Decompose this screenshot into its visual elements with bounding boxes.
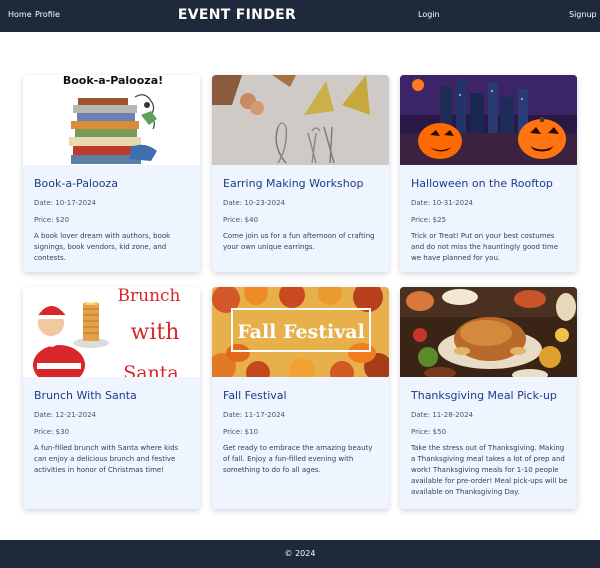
nav-signup-link[interactable]: Signup [569, 10, 597, 19]
event-description: Come join us for a fun afternoon of craf… [223, 232, 375, 251]
navbar: Home Profile EVENT FINDER Login Signup [0, 0, 600, 32]
event-image-book-a-palooza: Book-a-Palooza! [23, 75, 200, 165]
event-date: Date: 12-21-2024 [34, 411, 96, 419]
event-date: Date: 10-17-2024 [34, 199, 96, 207]
event-price: Price: $30 [34, 428, 70, 436]
event-price: Price: $40 [223, 216, 259, 224]
book-a-palooza-image-text: Book-a-Palooza! [63, 75, 163, 87]
brunch-image-text-line-3: Santa [123, 362, 179, 377]
event-date: Date: 10-31-2024 [411, 199, 473, 207]
event-image-brunch-santa: Brunch with Santa [23, 287, 200, 377]
event-title: Fall Festival [223, 389, 287, 402]
brunch-image-text-line-2: with [131, 320, 180, 345]
event-description: Trick or Treat! Put on your best costume… [411, 232, 559, 262]
event-title: Earring Making Workshop [223, 177, 364, 190]
event-title: Brunch With Santa [34, 389, 137, 402]
event-card-halloween-rooftop[interactable]: Halloween on the Rooftop Date: 10-31-202… [400, 75, 577, 272]
event-card-earring-workshop[interactable]: Earring Making Workshop Date: 10-23-2024… [212, 75, 389, 272]
event-title: Book-a-Palooza [34, 177, 118, 190]
event-date: Date: 11-28-2024 [411, 411, 473, 419]
nav-login-link[interactable]: Login [418, 10, 440, 19]
event-price: Price: $10 [223, 428, 259, 436]
event-card-book-a-palooza[interactable]: Book-a-Palooza! Book-a-Palooza Date: 10-… [23, 75, 200, 272]
event-description: Get ready to embrace the amazing beauty … [223, 444, 373, 474]
event-title: Thanksgiving Meal Pick-up [411, 389, 557, 402]
event-date: Date: 10-23-2024 [223, 199, 285, 207]
event-description: A book lover dream with authors, book si… [34, 232, 171, 262]
event-card-brunch-santa[interactable]: Brunch with Santa Brunch With Santa Date… [23, 287, 200, 509]
event-image-earring-workshop [212, 75, 389, 165]
event-price: Price: $50 [411, 428, 447, 436]
event-description: A fun-filled brunch with Santa where kid… [34, 444, 179, 474]
event-image-thanksgiving-meal [400, 287, 577, 377]
event-image-halloween-rooftop [400, 75, 577, 165]
event-price: Price: $25 [411, 216, 447, 224]
event-description: Take the stress out of Thanksgiving. Mak… [411, 444, 568, 496]
fall-festival-image-text: Fall Festival [237, 321, 365, 343]
event-image-fall-festival: Fall Festival [212, 287, 389, 377]
event-title: Halloween on the Rooftop [411, 177, 553, 190]
footer-copyright: © 2024 [284, 549, 316, 558]
event-card-fall-festival[interactable]: Fall Festival Fall Festival Date: 11-17-… [212, 287, 389, 509]
event-card-thanksgiving-meal[interactable]: Thanksgiving Meal Pick-up Date: 11-28-20… [400, 287, 577, 509]
brunch-image-text-line-1: Brunch [118, 287, 181, 306]
event-date: Date: 11-17-2024 [223, 411, 285, 419]
event-price: Price: $20 [34, 216, 70, 224]
brand-title: EVENT FINDER [177, 7, 297, 23]
footer: © 2024 [0, 540, 600, 568]
